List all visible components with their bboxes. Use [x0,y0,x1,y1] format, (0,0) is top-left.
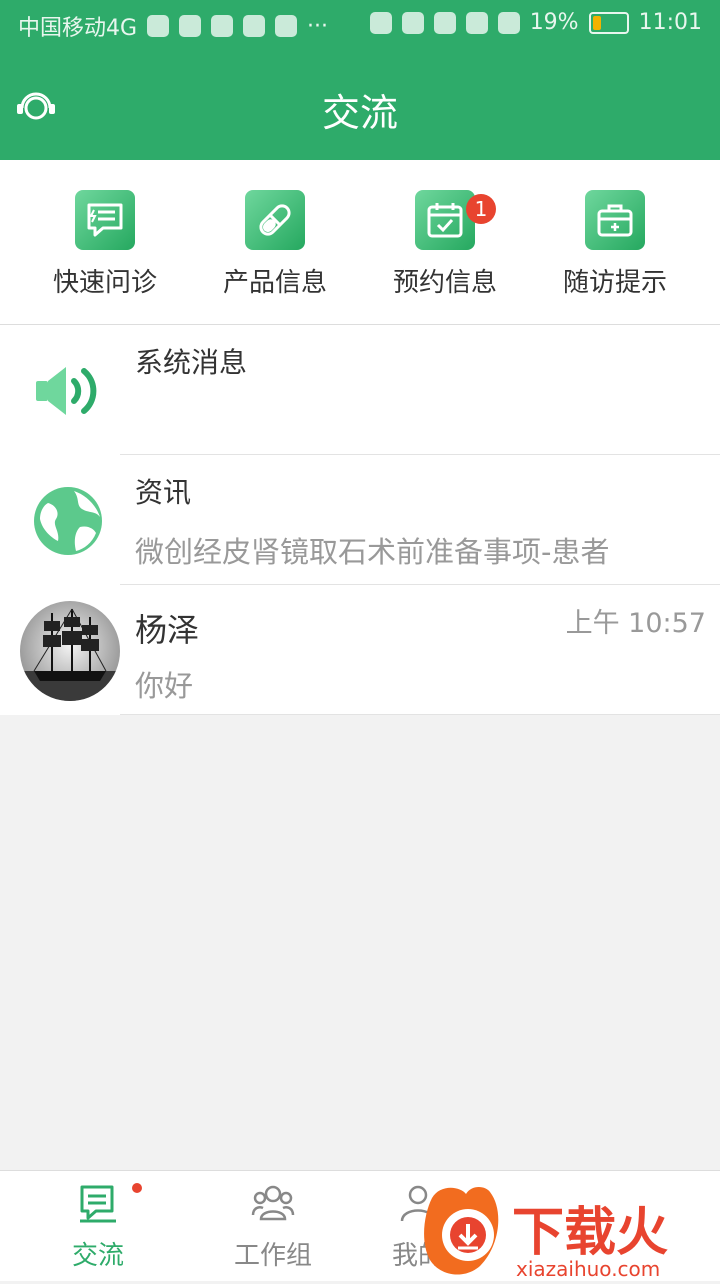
chat-bubble-icon [75,190,135,250]
message-icon [275,15,298,37]
svg-text:下载火: 下载火 [512,1203,668,1263]
svg-text:xiazaihuo.com: xiazaihuo.com [516,1257,660,1280]
product-info-button[interactable]: 产品信息 [190,190,360,299]
message-title: 系统消息 [135,346,248,379]
appointment-info-button[interactable]: 1 预约信息 [360,190,530,299]
speaker-icon [36,367,97,415]
vibrate-icon [401,11,424,34]
hd-icon [433,11,456,34]
signal-icon [497,11,520,34]
message-preview: 你好 [135,669,194,703]
tab-label: 交流 [71,1241,124,1271]
message-time: 上午 10:57 [565,608,706,639]
message-preview: 微创经皮肾镜取石术前准备事项-患者 [135,535,610,569]
app-notification-icon [179,15,202,37]
battery-percent: 19% [529,10,579,35]
more-notifications-icon: ··· [307,13,329,39]
unread-dot [132,1183,142,1193]
divider [120,714,720,715]
list-item-news[interactable]: 资讯 微创经皮肾镜取石术前准备事项-患者 [0,455,720,585]
notification-badge: 1 [466,194,496,224]
message-title: 资讯 [135,476,192,509]
page-title: 交流 [321,91,398,135]
message-list: 系统消息 资讯 微创经皮肾镜取石术前准备事项-患者 杨泽 上午 10:57 你好 [0,325,720,715]
medical-kit-icon [585,190,645,250]
chat-tab-icon [80,1185,116,1223]
nfc-icon [369,11,392,34]
contact-name: 杨泽 [135,611,200,649]
globe-icon [34,487,102,555]
missed-call-icon [243,15,266,37]
quick-action-label: 快速问诊 [52,268,157,298]
app-header: 交流 [0,50,720,160]
quick-actions: 快速问诊 产品信息 1 预约信息 随访提示 [0,160,720,326]
list-item-system-messages[interactable]: 系统消息 [0,325,720,455]
follow-up-reminder-button[interactable]: 随访提示 [530,190,700,299]
capsule-icon [245,190,305,250]
avatar [20,601,120,701]
wechat-icon [147,15,170,37]
quick-action-label: 随访提示 [562,268,667,298]
quick-action-label: 预约信息 [392,268,497,298]
tab-communication[interactable]: 交流 [8,1181,188,1272]
list-item-chat-yangze[interactable]: 杨泽 上午 10:57 你好 [0,585,720,715]
group-icon [251,1185,295,1221]
tab-label: 工作组 [233,1241,312,1271]
carrier-label: 中国移动4G [18,16,138,41]
tab-workgroup[interactable]: 工作组 [183,1181,363,1272]
watermark-logo: 下载火 xiazaihuo.com [420,1180,720,1281]
clock: 11:01 [638,10,702,35]
calendar-check-icon [415,190,475,250]
quick-action-label: 产品信息 [222,268,327,298]
quick-consult-button[interactable]: 快速问诊 [20,190,190,299]
eye-comfort-icon [465,11,488,34]
battery-icon [588,11,629,34]
status-bar: 中国移动4G ··· 19% 11:01 [0,0,720,50]
doctor-icon [211,15,234,37]
